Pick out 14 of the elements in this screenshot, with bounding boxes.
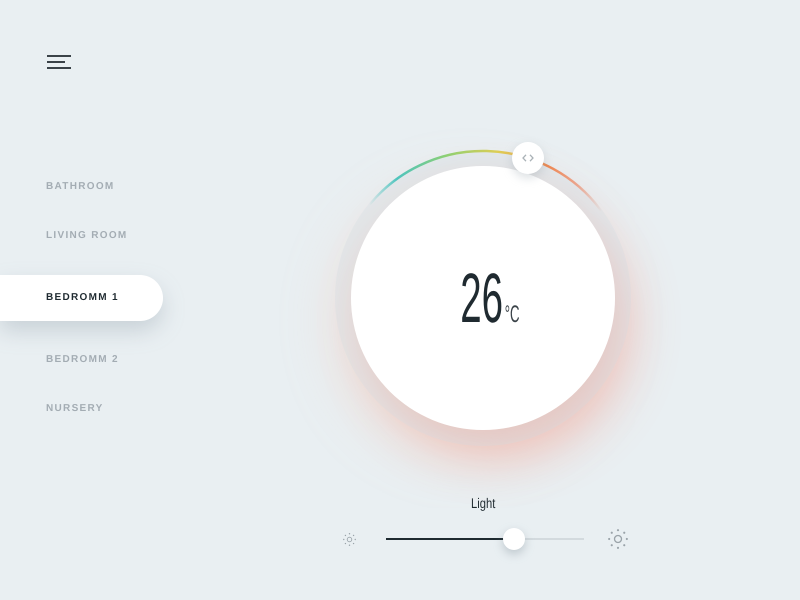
room-menu-item[interactable]: LIVING ROOM	[46, 228, 128, 244]
room-menu-item[interactable]: BEDROMM 1	[0, 274, 163, 320]
temperature-value: 26	[460, 263, 504, 333]
room-menu-item[interactable]: NURSERY	[46, 400, 104, 416]
menu-icon[interactable]	[47, 55, 71, 69]
light-slider-thumb[interactable]	[503, 528, 526, 550]
bright-sun-icon	[608, 529, 628, 549]
temperature-unit: °C	[504, 303, 520, 327]
light-label: Light	[470, 495, 496, 511]
room-menu-item[interactable]: BEDROMM 2	[46, 352, 119, 368]
room-menu-item[interactable]: BATHROOM	[46, 178, 115, 194]
dial-handle[interactable]	[512, 142, 544, 174]
left-right-chevrons-icon	[522, 154, 534, 162]
dim-sun-icon	[342, 532, 356, 546]
